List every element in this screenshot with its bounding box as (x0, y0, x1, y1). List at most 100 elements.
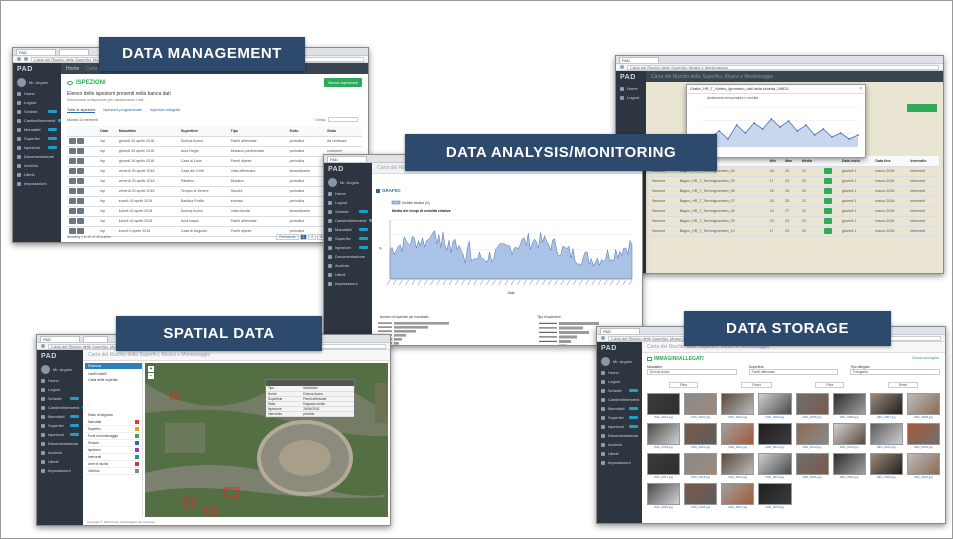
table-row[interactable]: Isp giovedì 26 aprile 2018 Domus Aurea Pare… (67, 136, 362, 147)
forward-icon[interactable] (24, 57, 28, 61)
sidebar-item-9[interactable]: Utenti (37, 457, 83, 466)
image-thumbnail[interactable] (684, 393, 718, 415)
image-thumbnail[interactable] (647, 453, 681, 475)
page-size-select[interactable]: Mostra 10 elementi (67, 118, 98, 122)
table-cell[interactable]: Palatino (178, 176, 229, 187)
layer-toggle-icon[interactable] (135, 469, 139, 473)
image-caption[interactable]: IMG_0018.jpg (684, 475, 717, 479)
image-tile[interactable]: IMG_0018.jpg (684, 453, 718, 479)
table-row[interactable]: Sensore Bagno_HR_T_Termoigrometro_09 15 23 1… (650, 216, 939, 227)
sidebar-item-1[interactable]: Logout (37, 385, 83, 394)
table-row[interactable]: Sensore Bagno_HR_T_Termoigrometro_10 17 24 2… (650, 226, 939, 237)
image-tile[interactable]: IMG_0023.jpg (869, 453, 903, 479)
table-row[interactable]: Isp lunedì 16 aprile 2018 Domus Aurea Volta… (67, 206, 362, 217)
table-row[interactable]: Sensore Bagno_HR_T_Termoigrometro_08 19 27 2… (650, 206, 939, 217)
image-tile[interactable]: IMG_0004.jpg (758, 393, 792, 419)
sidebar-item-2[interactable]: Schede (13, 107, 61, 116)
sidebar-item-2[interactable]: Schede (597, 386, 642, 395)
image-tile[interactable]: IMG_0002.jpg (684, 393, 718, 419)
image-caption[interactable]: IMG_0012.jpg (758, 445, 791, 449)
view-button[interactable] (77, 148, 84, 154)
image-thumbnail[interactable] (684, 483, 718, 505)
image-caption[interactable]: IMG_0010.jpg (684, 445, 717, 449)
image-caption[interactable]: IMG_0006.jpg (833, 415, 866, 419)
image-caption[interactable]: IMG_0025.jpg (647, 505, 680, 509)
zoom-out-button[interactable]: − (148, 373, 154, 379)
page-button[interactable]: 1 (299, 234, 308, 240)
table-cell[interactable]: Casa di Livia (178, 156, 229, 167)
image-caption[interactable]: IMG_0026.jpg (684, 505, 717, 509)
green-action-button[interactable] (907, 104, 937, 112)
url-field[interactable]: Carta del Rischio delle Superfici, Musiv… (627, 64, 939, 70)
table-row[interactable]: Isp venerdì 20 aprile 2018 Casa dei Griffi… (67, 166, 362, 177)
image-thumbnail[interactable] (906, 423, 940, 445)
image-thumbnail[interactable] (758, 453, 792, 475)
image-tile[interactable]: IMG_0014.jpg (832, 423, 866, 449)
sidebar-item-0[interactable]: Home (597, 368, 642, 377)
sidebar-item-1[interactable]: Logout (597, 377, 642, 386)
image-caption[interactable]: IMG_0008.jpg (907, 415, 940, 419)
view-button[interactable] (77, 208, 84, 214)
layer-toggle-icon[interactable] (135, 448, 139, 452)
layer-item[interactable]: Punti di monitoraggio (85, 433, 142, 440)
sidebar-item-home[interactable]: Home (616, 84, 646, 93)
sidebar-item-8[interactable]: Archivio (13, 161, 61, 170)
edit-button[interactable] (69, 148, 76, 154)
sidebar-item-9[interactable]: Utenti (13, 170, 61, 179)
browser-tab[interactable]: PAD (600, 327, 640, 334)
table-row[interactable]: Isp venerdì 20 aprile 2018 Tempio di Vener… (67, 186, 362, 197)
map-view[interactable]: Tipo Manufatto Nome Domus Aurea Superficie Pa… (145, 363, 388, 517)
sidebar-item-10[interactable]: Impostazioni (37, 466, 83, 475)
image-thumbnail[interactable] (758, 393, 792, 415)
sidebar-item-8[interactable]: Archivio (324, 261, 372, 270)
chart-button[interactable] (823, 187, 832, 194)
image-caption[interactable]: IMG_0011.jpg (721, 445, 754, 449)
sidebar-item-4[interactable]: Manufatti (597, 404, 642, 413)
table-row[interactable]: Sensore Bagno_HR_T_Termoigrometro_05 17 24 2… (650, 176, 939, 187)
edit-button[interactable] (69, 218, 76, 224)
image-caption[interactable]: IMG_0009.jpg (647, 445, 680, 449)
filter-select[interactable]: Domus Aurea (647, 369, 737, 375)
sidebar-item-6[interactable]: Ispezioni (597, 422, 642, 431)
edit-button[interactable] (69, 158, 76, 164)
sidebar-item-5[interactable]: Superfici (13, 134, 61, 143)
sidebar-item-7[interactable]: Documentazione (324, 252, 372, 261)
image-tile[interactable]: IMG_0003.jpg (721, 393, 755, 419)
column-header[interactable]: Superficie (178, 126, 229, 137)
layer-toggle-icon[interactable] (135, 462, 139, 466)
edit-button[interactable] (69, 188, 76, 194)
view-button[interactable] (77, 228, 84, 234)
page-button[interactable]: 2 (308, 234, 317, 240)
image-caption[interactable]: IMG_0007.jpg (870, 415, 903, 419)
image-tile[interactable]: IMG_0028.jpg (758, 483, 792, 509)
image-thumbnail[interactable] (647, 423, 681, 445)
image-caption[interactable]: IMG_0014.jpg (833, 445, 866, 449)
sidebar-item-3[interactable]: Cantieri/Interventi (324, 216, 372, 225)
chart-button[interactable] (823, 207, 832, 214)
edit-button[interactable] (69, 228, 76, 234)
browser-tab[interactable] (59, 48, 89, 55)
chart-button[interactable] (823, 217, 832, 224)
image-caption[interactable]: IMG_0001.jpg (647, 415, 680, 419)
image-caption[interactable]: IMG_0017.jpg (647, 475, 680, 479)
image-thumbnail[interactable] (795, 393, 829, 415)
zoom-in-button[interactable]: + (148, 366, 154, 372)
tab-all[interactable]: Tutte le ispezioni (67, 108, 96, 113)
image-tile[interactable]: IMG_0016.jpg (906, 423, 940, 449)
tab-done[interactable]: Ispezioni eseguite (150, 108, 180, 113)
image-tile[interactable]: IMG_0012.jpg (758, 423, 792, 449)
image-caption[interactable]: IMG_0020.jpg (758, 475, 791, 479)
browser-tab[interactable]: PAD (619, 56, 659, 63)
add-image-button[interactable]: Nuova immagine (912, 356, 939, 360)
image-tile[interactable]: IMG_0021.jpg (795, 453, 829, 479)
view-button[interactable] (77, 158, 84, 164)
sidebar-item-1[interactable]: Logout (324, 198, 372, 207)
chart-button[interactable] (823, 227, 832, 234)
image-tile[interactable]: IMG_0015.jpg (869, 423, 903, 449)
image-thumbnail[interactable] (721, 393, 755, 415)
view-button[interactable] (77, 138, 84, 144)
table-row[interactable]: Sensore Bagno_HR_T_Termoigrometro_07 18 25 2… (650, 196, 939, 207)
sidebar-item-7[interactable]: Documentazione (37, 439, 83, 448)
image-tile[interactable]: IMG_0009.jpg (647, 423, 681, 449)
image-caption[interactable]: IMG_0022.jpg (833, 475, 866, 479)
